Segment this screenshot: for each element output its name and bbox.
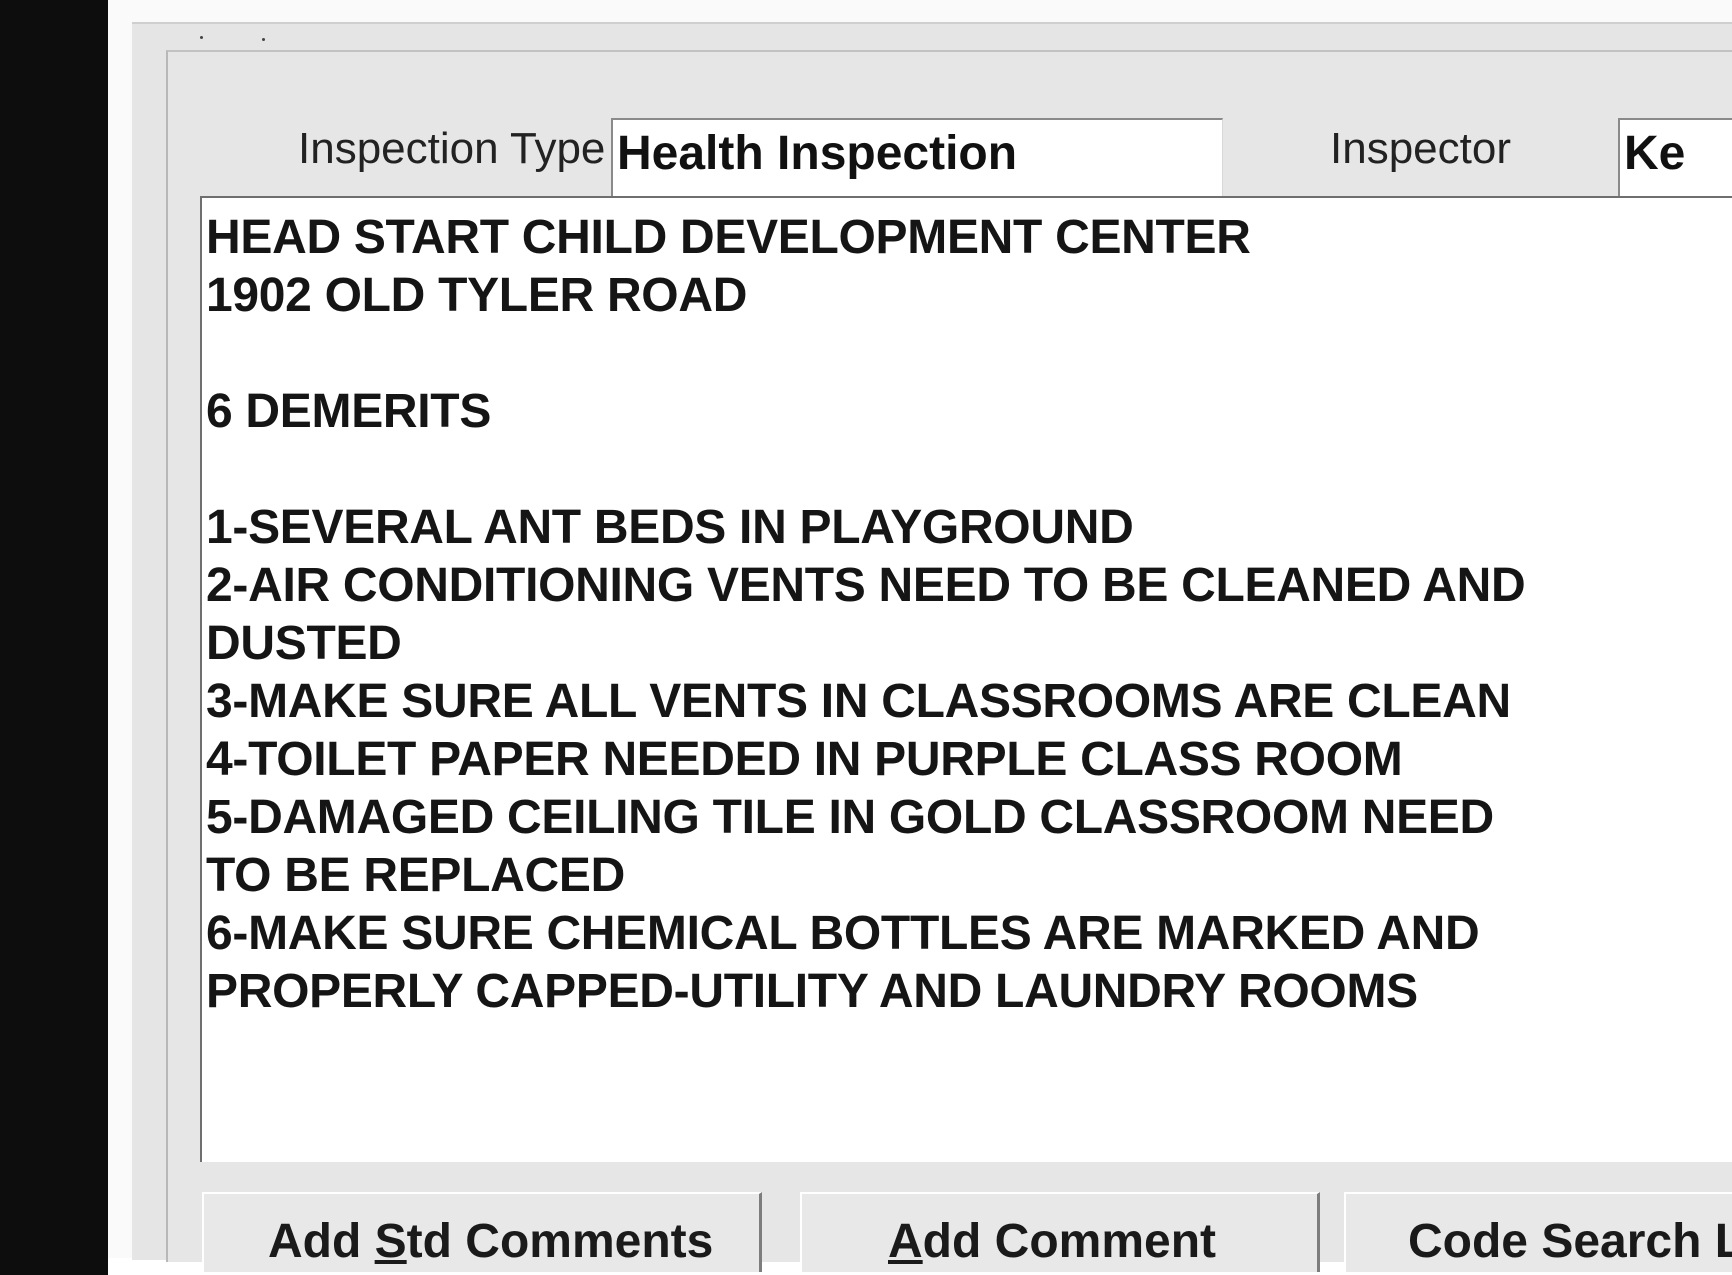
inspector-value: Ke <box>1624 127 1686 180</box>
scan-speck <box>200 36 203 39</box>
accelerator-key: S <box>374 1215 407 1268</box>
scan-speck <box>262 38 265 41</box>
add-std-comments-button[interactable]: Add Std Comments <box>202 1192 762 1272</box>
accelerator-key: A <box>888 1215 923 1268</box>
comment-line: 6 DEMERITS <box>206 385 492 438</box>
add-std-comments-label: Add Std Comments <box>268 1215 714 1268</box>
comment-line: 1-SEVERAL ANT BEDS IN PLAYGROUND <box>206 501 1134 554</box>
inspection-window: Inspection Type Health Inspection Inspec… <box>132 22 1732 1272</box>
comment-line: DUSTED <box>206 617 402 670</box>
add-comment-label: Add Comment <box>888 1215 1216 1268</box>
comment-line: 1902 OLD TYLER ROAD <box>206 269 748 322</box>
scan-border <box>0 0 108 1275</box>
comment-line: 6-MAKE SURE CHEMICAL BOTTLES ARE MARKED … <box>206 907 1480 960</box>
code-search-label: Code Search Li <box>1408 1215 1732 1268</box>
comment-line: TO BE REPLACED <box>206 849 625 902</box>
scanned-page: Inspection Type Health Inspection Inspec… <box>108 0 1732 1272</box>
inspection-type-value: Health Inspection <box>617 127 1018 180</box>
comment-line: 2-AIR CONDITIONING VENTS NEED TO BE CLEA… <box>206 559 1526 612</box>
comment-line: 3-MAKE SURE ALL VENTS IN CLASSROOMS ARE … <box>206 675 1511 728</box>
inspection-type-label: Inspection Type <box>298 124 606 173</box>
comment-line: 4-TOILET PAPER NEEDED IN PURPLE CLASS RO… <box>206 733 1403 786</box>
inspector-label: Inspector <box>1330 124 1511 173</box>
add-comment-button[interactable]: Add Comment <box>800 1192 1320 1272</box>
code-search-button[interactable]: Code Search Li <box>1344 1192 1732 1272</box>
comments-textarea[interactable]: HEAD START CHILD DEVELOPMENT CENTER 1902… <box>200 196 1732 1162</box>
comment-line: 5-DAMAGED CEILING TILE IN GOLD CLASSROOM… <box>206 791 1494 844</box>
comment-line: PROPERLY CAPPED-UTILITY AND LAUNDRY ROOM… <box>206 965 1418 1018</box>
comment-line: HEAD START CHILD DEVELOPMENT CENTER <box>206 211 1251 264</box>
